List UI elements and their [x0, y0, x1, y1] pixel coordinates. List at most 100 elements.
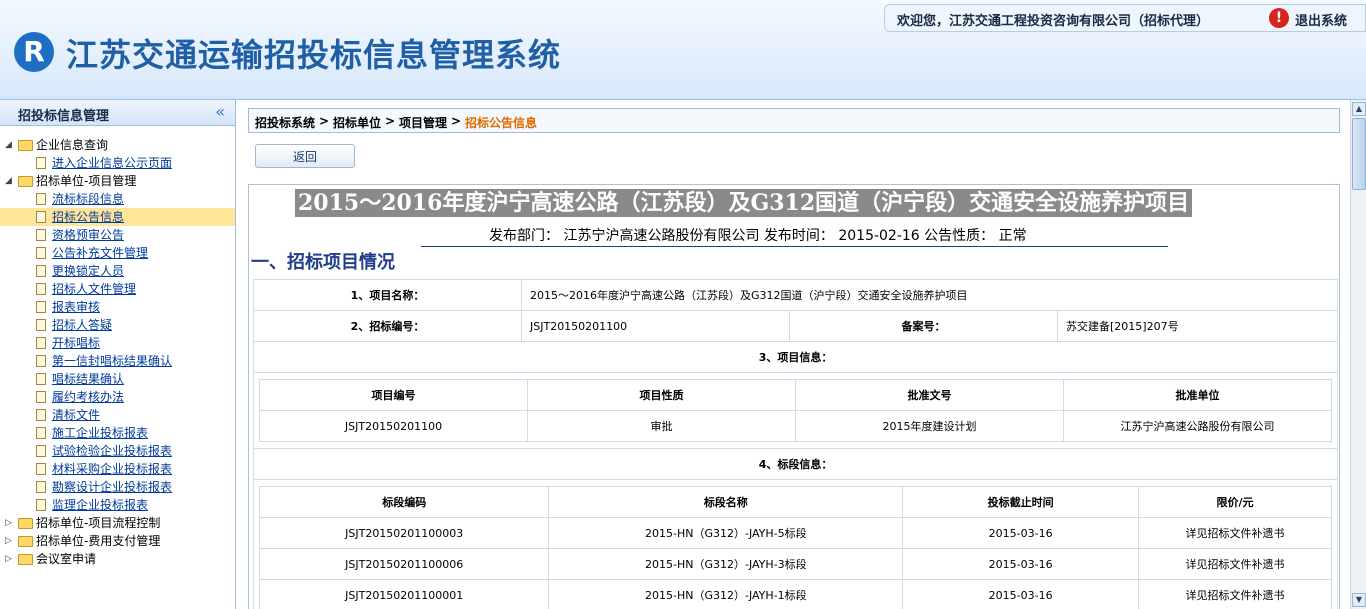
- logout-button[interactable]: 退出系统: [1295, 10, 1347, 29]
- table-cell: 2015年度建设计划: [795, 410, 1064, 442]
- breadcrumb: 招投标系统 > 招标单位 > 项目管理 > 招标公告信息: [248, 108, 1340, 133]
- tree-item[interactable]: 履约考核办法: [0, 388, 235, 406]
- tree-folder-label: 企业信息查询: [36, 138, 109, 152]
- announcement-title: 2015～2016年度沪宁高速公路（江苏段）及G312国道（沪宁段）交通安全设施…: [295, 189, 1193, 217]
- table-cell: 审批: [527, 410, 796, 442]
- tree-item-label[interactable]: 公告补充文件管理: [52, 244, 148, 262]
- tree-item-label[interactable]: 第一信封唱标结果确认: [52, 352, 172, 370]
- folder-icon: [18, 554, 33, 565]
- logo-icon: R: [14, 32, 54, 72]
- table-cell: 2015-03-16: [902, 548, 1140, 580]
- breadcrumb-item[interactable]: 招投标系统: [255, 114, 315, 131]
- table-cell: 2015-HN（G312）-JAYH-1标段: [548, 579, 904, 609]
- column-header: 项目编号: [259, 379, 528, 411]
- tree-item[interactable]: 公告补充文件管理: [0, 244, 235, 262]
- tree-item-label[interactable]: 资格预审公告: [52, 226, 124, 244]
- tree-item-label[interactable]: 招标人文件管理: [52, 280, 136, 298]
- tree-item-label[interactable]: 施工企业投标报表: [52, 424, 148, 442]
- tree-item[interactable]: 勘察设计企业投标报表: [0, 478, 235, 496]
- expanded-arrow-icon[interactable]: ◢: [5, 172, 12, 190]
- tree-item[interactable]: 监理企业投标报表: [0, 496, 235, 514]
- document-icon: [36, 481, 46, 493]
- tree-item[interactable]: 清标文件: [0, 406, 235, 424]
- document-icon: [36, 427, 46, 439]
- document-icon: [36, 355, 46, 367]
- document-icon: [36, 193, 46, 205]
- tree-item[interactable]: 试验检验企业投标报表: [0, 442, 235, 460]
- tree-item[interactable]: 更换锁定人员: [0, 262, 235, 280]
- document-icon: [36, 463, 46, 475]
- expanded-arrow-icon[interactable]: ◢: [5, 136, 12, 154]
- tree-item[interactable]: 报表审核: [0, 298, 235, 316]
- collapsed-arrow-icon[interactable]: ▷: [5, 514, 12, 532]
- back-button[interactable]: 返回: [255, 144, 355, 168]
- table-row: JSJT20150201100006 2015-HN（G312）-JAYH-3标…: [258, 548, 1333, 580]
- tree-item[interactable]: 第一信封唱标结果确认: [0, 352, 235, 370]
- tree-folder[interactable]: ◢ 招标单位-项目管理: [0, 172, 235, 190]
- column-header: 项目性质: [527, 379, 796, 411]
- document-icon: [36, 373, 46, 385]
- breadcrumb-separator: >: [319, 114, 330, 128]
- tree-item-label[interactable]: 报表审核: [52, 298, 100, 316]
- user-bar: 欢迎您，江苏交通工程投资咨询有限公司（招标代理） ! 退出系统: [884, 4, 1366, 32]
- table-cell: JSJT20150201100006: [258, 548, 550, 580]
- collapse-icon[interactable]: «: [215, 102, 225, 121]
- tree-folder[interactable]: ◢ 企业信息查询: [0, 136, 235, 154]
- document-icon: [36, 301, 46, 313]
- tree-item-label[interactable]: 材料采购企业投标报表: [52, 460, 172, 478]
- document-icon: [36, 247, 46, 259]
- tree-item[interactable]: 流标标段信息: [0, 190, 235, 208]
- section-table-cell: 标段编码 标段名称 投标截止时间 限价/元 JSJT20150201100003…: [252, 479, 1339, 609]
- scroll-down-icon[interactable]: ▼: [1352, 593, 1366, 607]
- tree-item[interactable]: 唱标结果确认: [0, 370, 235, 388]
- tree-folder[interactable]: ▷ 会议室申请: [0, 550, 235, 568]
- tree-item[interactable]: 开标唱标: [0, 334, 235, 352]
- sidebar-title: 招投标信息管理: [18, 109, 110, 124]
- breadcrumb-separator: >: [451, 114, 462, 128]
- announcement-meta: 发布部门： 江苏宁沪高速公路股份有限公司 发布时间： 2015-02-16 公告…: [489, 228, 1027, 244]
- scroll-up-icon[interactable]: ▲: [1352, 102, 1366, 116]
- breadcrumb-item[interactable]: 项目管理: [399, 114, 447, 131]
- tree-item[interactable]: 进入企业信息公示页面: [0, 154, 235, 172]
- tree-item[interactable]: 材料采购企业投标报表: [0, 460, 235, 478]
- tree-item[interactable]: 施工企业投标报表: [0, 424, 235, 442]
- tree-item-label[interactable]: 更换锁定人员: [52, 262, 124, 280]
- tree-item-label[interactable]: 进入企业信息公示页面: [52, 154, 172, 172]
- collapsed-arrow-icon[interactable]: ▷: [5, 532, 12, 550]
- folder-icon: [18, 176, 33, 187]
- tree-item-label[interactable]: 招标公告信息: [52, 208, 124, 226]
- tree-folder[interactable]: ▷ 招标单位-项目流程控制: [0, 514, 235, 532]
- sidebar: 招投标信息管理 « ◢ 企业信息查询进入企业信息公示页面 ◢ 招标单位-项目管理流标标…: [0, 100, 236, 609]
- project-table: 项目编号 项目性质 批准文号 批准单位 JSJT20150201100 审批 2…: [259, 379, 1333, 442]
- tree-item-label[interactable]: 勘察设计企业投标报表: [52, 478, 172, 496]
- tree-folder-label: 招标单位-项目管理: [36, 174, 137, 188]
- document-icon: [36, 409, 46, 421]
- collapsed-arrow-icon[interactable]: ▷: [5, 550, 12, 568]
- tree-folder[interactable]: ▷ 招标单位-费用支付管理: [0, 532, 235, 550]
- breadcrumb-current: 招标公告信息: [465, 116, 538, 130]
- breadcrumb-item[interactable]: 招标单位: [333, 114, 381, 131]
- tree-item-label[interactable]: 招标人答疑: [52, 316, 112, 334]
- tree-item-label[interactable]: 唱标结果确认: [52, 370, 124, 388]
- tree-item[interactable]: 招标公告信息: [0, 208, 235, 226]
- document-icon: [36, 265, 46, 277]
- tree-item-label[interactable]: 流标标段信息: [52, 190, 124, 208]
- tree-item-label[interactable]: 试验检验企业投标报表: [52, 442, 172, 460]
- tree-item-label[interactable]: 履约考核办法: [52, 388, 124, 406]
- tree-item-label[interactable]: 开标唱标: [52, 334, 100, 352]
- tree-item-label[interactable]: 监理企业投标报表: [52, 496, 148, 514]
- column-header: 标段名称: [548, 486, 904, 518]
- scroll-thumb[interactable]: [1352, 118, 1366, 190]
- filing-label: 备案号：: [789, 310, 1058, 342]
- tree-item[interactable]: 资格预审公告: [0, 226, 235, 244]
- tree-folder-label: 会议室申请: [36, 552, 97, 566]
- logout-icon[interactable]: !: [1269, 8, 1289, 28]
- tree-item-label[interactable]: 清标文件: [52, 406, 100, 424]
- tree-folder-label: 招标单位-项目流程控制: [36, 516, 161, 530]
- title-underline: [421, 246, 1168, 247]
- vertical-scrollbar[interactable]: ▲ ▼: [1350, 100, 1366, 609]
- tree-item[interactable]: 招标人文件管理: [0, 280, 235, 298]
- tree-item[interactable]: 招标人答疑: [0, 316, 235, 334]
- document-icon: [36, 391, 46, 403]
- tree-folder-label: 招标单位-费用支付管理: [36, 534, 161, 548]
